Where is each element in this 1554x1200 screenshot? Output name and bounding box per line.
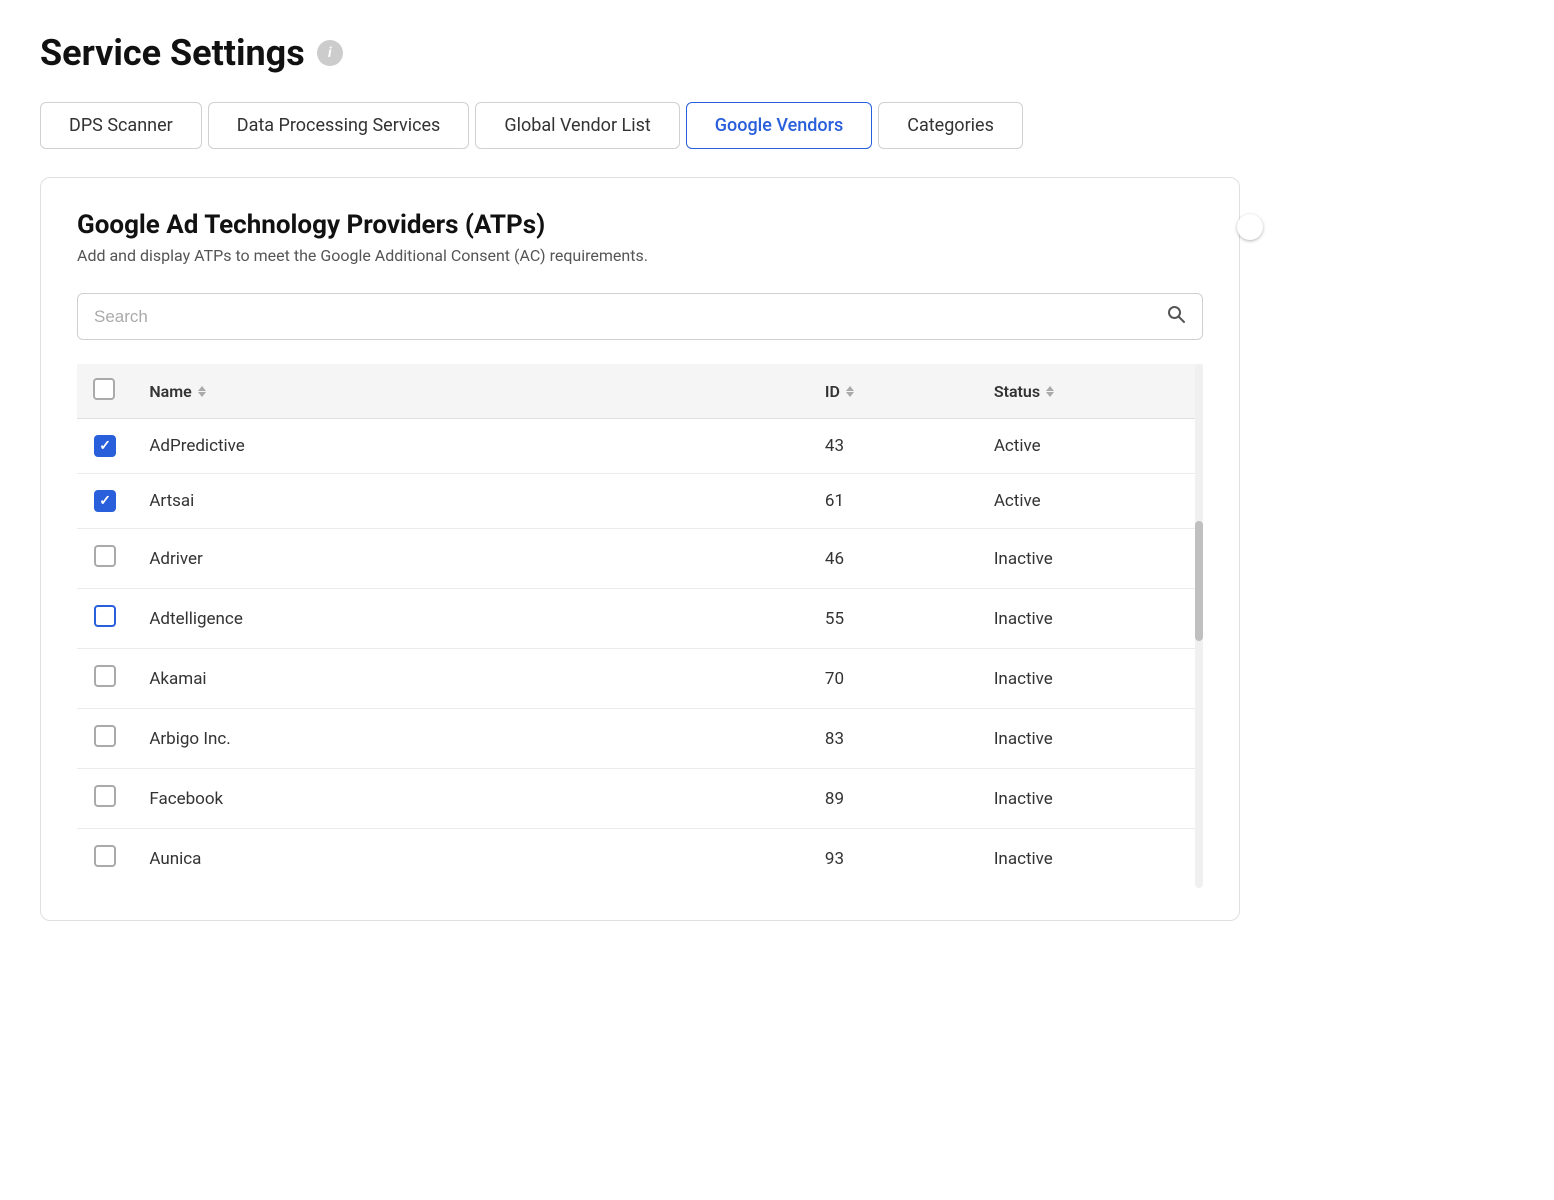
vendors-table-wrapper: Name ID: [77, 364, 1203, 888]
checkbox-cell-3: [77, 589, 133, 649]
status-sort-icon[interactable]: [1046, 386, 1054, 397]
row-checkbox-5[interactable]: [94, 725, 116, 747]
page-title: Service Settings: [40, 32, 305, 74]
tab-global-vendor-list[interactable]: Global Vendor List: [475, 102, 679, 149]
tab-categories[interactable]: Categories: [878, 102, 1023, 149]
search-input[interactable]: [94, 307, 1166, 327]
row-name-2: Adriver: [133, 529, 809, 589]
row-status-3: Inactive: [978, 589, 1203, 649]
atp-card: Google Ad Technology Providers (ATPs) Ad…: [40, 177, 1240, 921]
row-status-1: Active: [978, 474, 1203, 529]
th-name-label: Name: [149, 382, 191, 401]
row-checkbox-0[interactable]: ✓: [94, 435, 116, 457]
row-checkbox-3[interactable]: [94, 605, 116, 627]
checkbox-cell-7: [77, 829, 133, 889]
row-vendor-id-7: 93: [809, 829, 978, 889]
row-vendor-id-5: 83: [809, 709, 978, 769]
row-vendor-id-6: 89: [809, 769, 978, 829]
row-checkbox-1[interactable]: ✓: [94, 490, 116, 512]
row-status-4: Inactive: [978, 649, 1203, 709]
th-id: ID: [809, 364, 978, 419]
row-status-6: Inactive: [978, 769, 1203, 829]
checkbox-check-0: ✓: [99, 439, 111, 453]
th-name: Name: [133, 364, 809, 419]
row-vendor-id-4: 70: [809, 649, 978, 709]
card-header: Google Ad Technology Providers (ATPs) Ad…: [77, 210, 1203, 265]
header-checkbox-cell: [77, 364, 133, 419]
table-row: Facebook89Inactive: [77, 769, 1203, 829]
row-vendor-id-0: 43: [809, 419, 978, 474]
info-icon[interactable]: i: [317, 40, 343, 66]
name-sort-icon[interactable]: [198, 386, 206, 397]
select-all-checkbox[interactable]: [93, 378, 115, 400]
checkbox-cell-5: [77, 709, 133, 769]
scrollbar-thumb[interactable]: [1195, 521, 1203, 641]
row-name-3: Adtelligence: [133, 589, 809, 649]
row-name-7: Aunica: [133, 829, 809, 889]
checkbox-cell-1: ✓: [77, 474, 133, 529]
table-head: Name ID: [77, 364, 1203, 419]
tab-dps-scanner[interactable]: DPS Scanner: [40, 102, 202, 149]
table-row: Arbigo Inc.83Inactive: [77, 709, 1203, 769]
table-row: Adriver46Inactive: [77, 529, 1203, 589]
th-status-label: Status: [994, 382, 1040, 401]
checkbox-cell-4: [77, 649, 133, 709]
row-vendor-id-1: 61: [809, 474, 978, 529]
row-name-6: Facebook: [133, 769, 809, 829]
search-bar: [77, 293, 1203, 340]
row-vendor-id-3: 55: [809, 589, 978, 649]
row-status-5: Inactive: [978, 709, 1203, 769]
card-title: Google Ad Technology Providers (ATPs): [77, 210, 648, 240]
row-name-1: Artsai: [133, 474, 809, 529]
checkbox-cell-6: [77, 769, 133, 829]
checkbox-check-1: ✓: [99, 494, 111, 508]
table-header-row: Name ID: [77, 364, 1203, 419]
row-name-5: Arbigo Inc.: [133, 709, 809, 769]
table-body: ✓AdPredictive43Active✓Artsai61ActiveAdri…: [77, 419, 1203, 889]
scrollbar-track[interactable]: [1195, 364, 1203, 888]
card-header-text: Google Ad Technology Providers (ATPs) Ad…: [77, 210, 648, 265]
row-checkbox-4[interactable]: [94, 665, 116, 687]
row-status-0: Active: [978, 419, 1203, 474]
row-vendor-id-2: 46: [809, 529, 978, 589]
card-subtitle: Add and display ATPs to meet the Google …: [77, 246, 648, 265]
table-row: ✓ Artsai61Active: [77, 474, 1203, 529]
tab-google-vendors[interactable]: Google Vendors: [686, 102, 872, 149]
row-checkbox-7[interactable]: [94, 845, 116, 867]
row-checkbox-2[interactable]: [94, 545, 116, 567]
table-row: ✓ AdPredictive43Active: [77, 419, 1203, 474]
tab-data-processing-services[interactable]: Data Processing Services: [208, 102, 470, 149]
row-name-4: Akamai: [133, 649, 809, 709]
th-status: Status: [978, 364, 1203, 419]
id-sort-icon[interactable]: [846, 386, 854, 397]
search-icon: [1166, 304, 1186, 329]
checkbox-cell-0: ✓: [77, 419, 133, 474]
vendors-table: Name ID: [77, 364, 1203, 888]
row-checkbox-6[interactable]: [94, 785, 116, 807]
table-row: Akamai70Inactive: [77, 649, 1203, 709]
table-row: Adtelligence55Inactive: [77, 589, 1203, 649]
checkbox-cell-2: [77, 529, 133, 589]
tabs-container: DPS ScannerData Processing ServicesGloba…: [40, 102, 1514, 149]
table-row: Aunica93Inactive: [77, 829, 1203, 889]
row-name-0: AdPredictive: [133, 419, 809, 474]
row-status-2: Inactive: [978, 529, 1203, 589]
th-id-label: ID: [825, 382, 840, 401]
row-status-7: Inactive: [978, 829, 1203, 889]
page-header: Service Settings i: [40, 32, 1514, 74]
